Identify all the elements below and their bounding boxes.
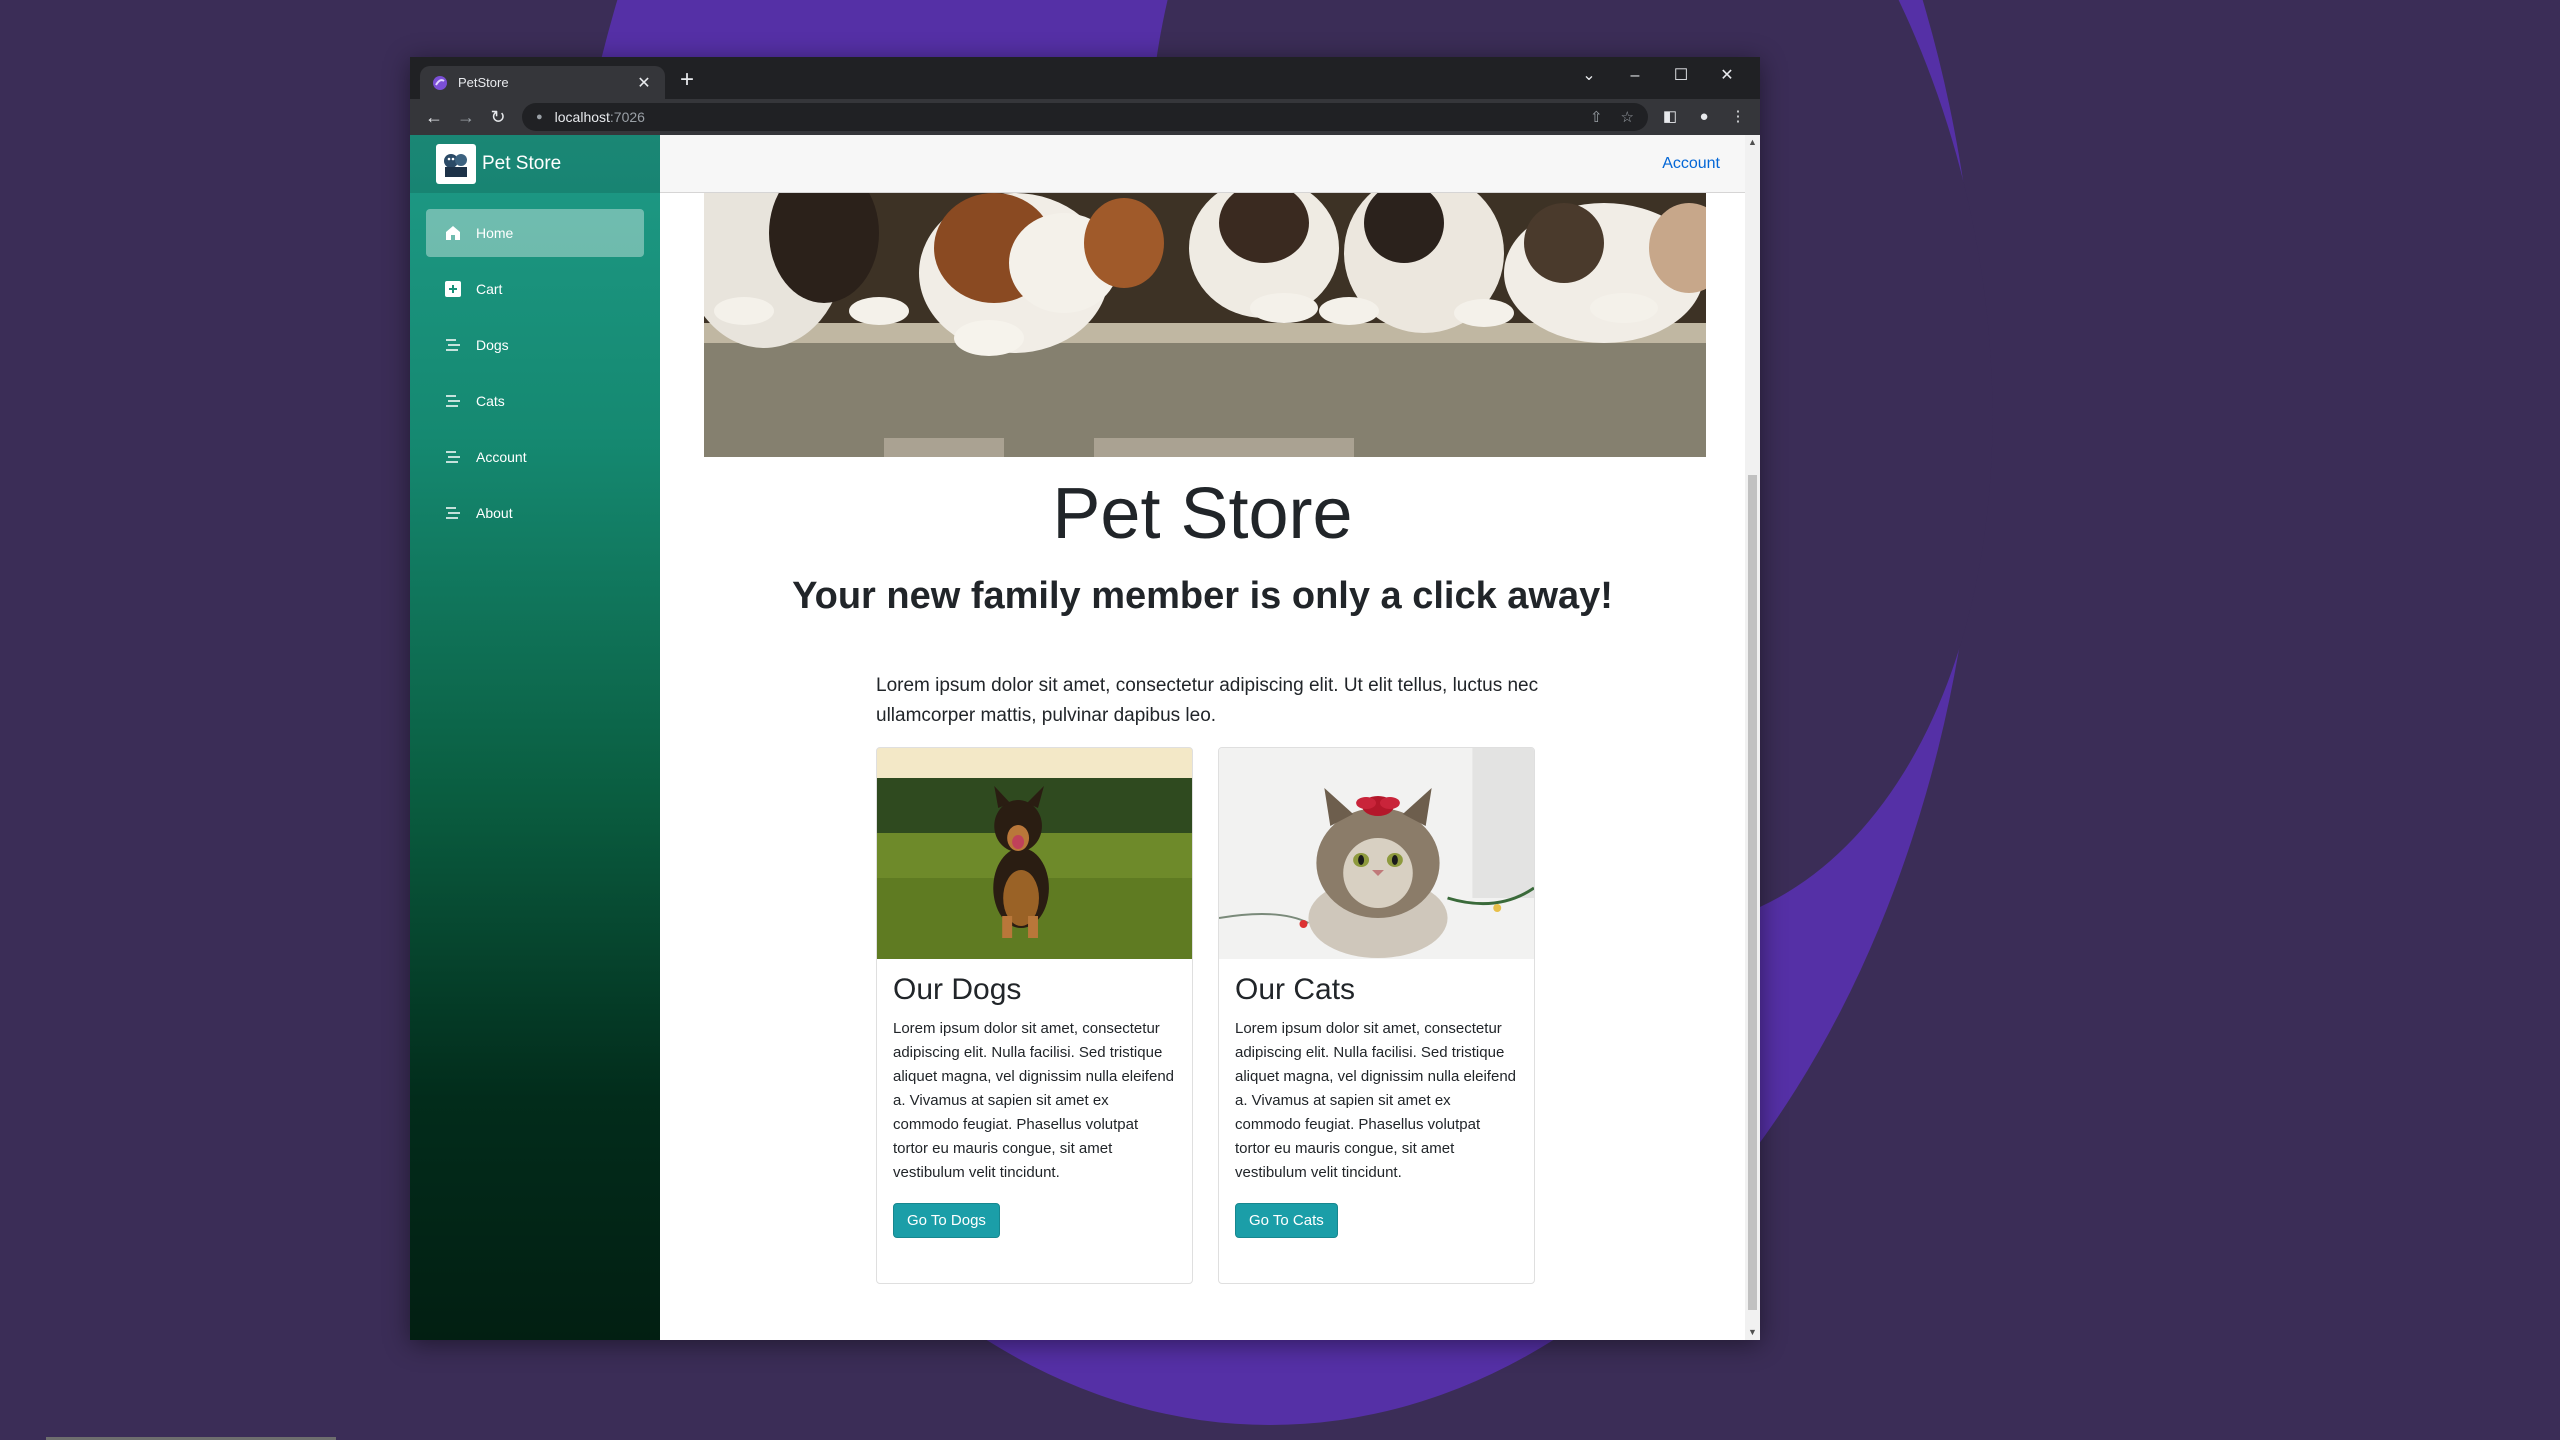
sidebar-item-label: Cart: [476, 281, 503, 297]
sidebar-nav: Home Cart Dogs Cats Account About: [410, 193, 660, 537]
sidebar-item-dogs[interactable]: Dogs: [426, 321, 644, 369]
sidebar-item-label: Home: [476, 225, 514, 241]
top-row: Account: [660, 135, 1760, 193]
go-to-dogs-button[interactable]: Go To Dogs: [893, 1203, 1000, 1238]
url-host: localhost: [554, 109, 610, 125]
go-to-cats-button[interactable]: Go To Cats: [1235, 1203, 1338, 1238]
tab-search-chevron-icon[interactable]: ⌄: [1566, 61, 1612, 91]
sidebar-item-cart[interactable]: Cart: [426, 265, 644, 313]
page-body: Pet Store Your new family member is only…: [660, 193, 1745, 1340]
new-tab-button[interactable]: +: [672, 65, 702, 95]
sidebar-item-account[interactable]: Account: [426, 433, 644, 481]
side-panel-icon[interactable]: ◧: [1656, 103, 1684, 131]
tab-close-icon[interactable]: ✕: [635, 73, 653, 93]
browser-toolbar: ← → ↻ ● localhost:7026 ⇧ ☆ ◧ ● ⋮: [410, 99, 1760, 135]
list-icon: [444, 448, 462, 466]
scroll-thumb[interactable]: [1748, 475, 1757, 1310]
scroll-up-arrow-icon[interactable]: ▲: [1745, 135, 1760, 150]
hero-puppies-image: [704, 193, 1706, 457]
browser-window: PetStore ✕ + ⌄ – ☐ ✕ ← → ↻ ● localhost:7…: [410, 57, 1760, 1340]
close-window-button[interactable]: ✕: [1704, 61, 1750, 91]
dogs-card-text: Lorem ipsum dolor sit amet, consectetur …: [893, 1020, 1175, 1181]
tab-title: PetStore: [458, 75, 509, 90]
browser-tab-petstore[interactable]: PetStore ✕: [420, 66, 665, 99]
scroll-down-arrow-icon[interactable]: ▼: [1745, 1325, 1760, 1340]
list-icon: [444, 392, 462, 410]
sidebar-item-cats[interactable]: Cats: [426, 377, 644, 425]
vertical-scrollbar[interactable]: ▲ ▼: [1745, 135, 1760, 1340]
address-bar[interactable]: ● localhost:7026 ⇧ ☆: [522, 103, 1648, 131]
petstore-favicon-icon: [433, 75, 447, 90]
profile-icon[interactable]: ●: [1690, 103, 1718, 131]
tab-strip: PetStore ✕ + ⌄ – ☐ ✕: [410, 57, 1760, 99]
dog-photo: [877, 748, 1192, 959]
window-controls: ⌄ – ☐ ✕: [1566, 61, 1750, 91]
brand-logo-icon: [436, 144, 476, 184]
star-icon[interactable]: ☆: [1621, 108, 1634, 126]
cats-card: Our Cats Lorem ipsum dolor sit amet, con…: [1218, 747, 1535, 1284]
minimize-button[interactable]: –: [1612, 61, 1658, 91]
cats-card-title: Our Cats: [1235, 973, 1356, 1006]
page-title: Pet Store: [1052, 474, 1353, 554]
cat-photo: [1219, 748, 1534, 959]
dogs-card: Our Dogs Lorem ipsum dolor sit amet, con…: [876, 747, 1193, 1284]
sidebar-item-about[interactable]: About: [426, 489, 644, 537]
page-tagline: Your new family member is only a click a…: [792, 575, 1613, 617]
list-icon: [444, 336, 462, 354]
plus-square-icon: [444, 280, 462, 298]
brand[interactable]: Pet Store: [410, 135, 660, 193]
cats-card-body: Our Cats Lorem ipsum dolor sit amet, con…: [1219, 959, 1534, 1252]
dogs-card-title: Our Dogs: [893, 973, 1022, 1006]
page-viewport: Pet Store Home Cart Dogs Cats Account Ab…: [410, 135, 1760, 1340]
lock-icon: ●: [536, 111, 543, 123]
sidebar-item-label: Dogs: [476, 337, 509, 353]
back-button[interactable]: ←: [418, 101, 450, 133]
reload-button[interactable]: ↻: [482, 101, 514, 133]
sidebar-item-label: Account: [476, 449, 527, 465]
sidebar-item-home[interactable]: Home: [426, 209, 644, 257]
account-link[interactable]: Account: [1662, 155, 1720, 173]
share-icon[interactable]: ⇧: [1590, 108, 1603, 126]
sidebar-item-label: About: [476, 505, 513, 521]
main-content: Account Pet Store Your new family member…: [660, 135, 1760, 1340]
home-icon: [444, 224, 462, 242]
menu-icon[interactable]: ⋮: [1724, 103, 1752, 131]
maximize-button[interactable]: ☐: [1658, 61, 1704, 91]
brand-name: Pet Store: [482, 153, 562, 174]
forward-button[interactable]: →: [450, 101, 482, 133]
dogs-card-body: Our Dogs Lorem ipsum dolor sit amet, con…: [877, 959, 1192, 1252]
list-icon: [444, 504, 462, 522]
sidebar-item-label: Cats: [476, 393, 505, 409]
intro-paragraph: Lorem ipsum dolor sit amet, consectetur …: [876, 675, 1539, 726]
url-port: :7026: [609, 109, 645, 125]
sidebar: Pet Store Home Cart Dogs Cats Account Ab…: [410, 135, 660, 1340]
cats-card-text: Lorem ipsum dolor sit amet, consectetur …: [1235, 1020, 1517, 1181]
